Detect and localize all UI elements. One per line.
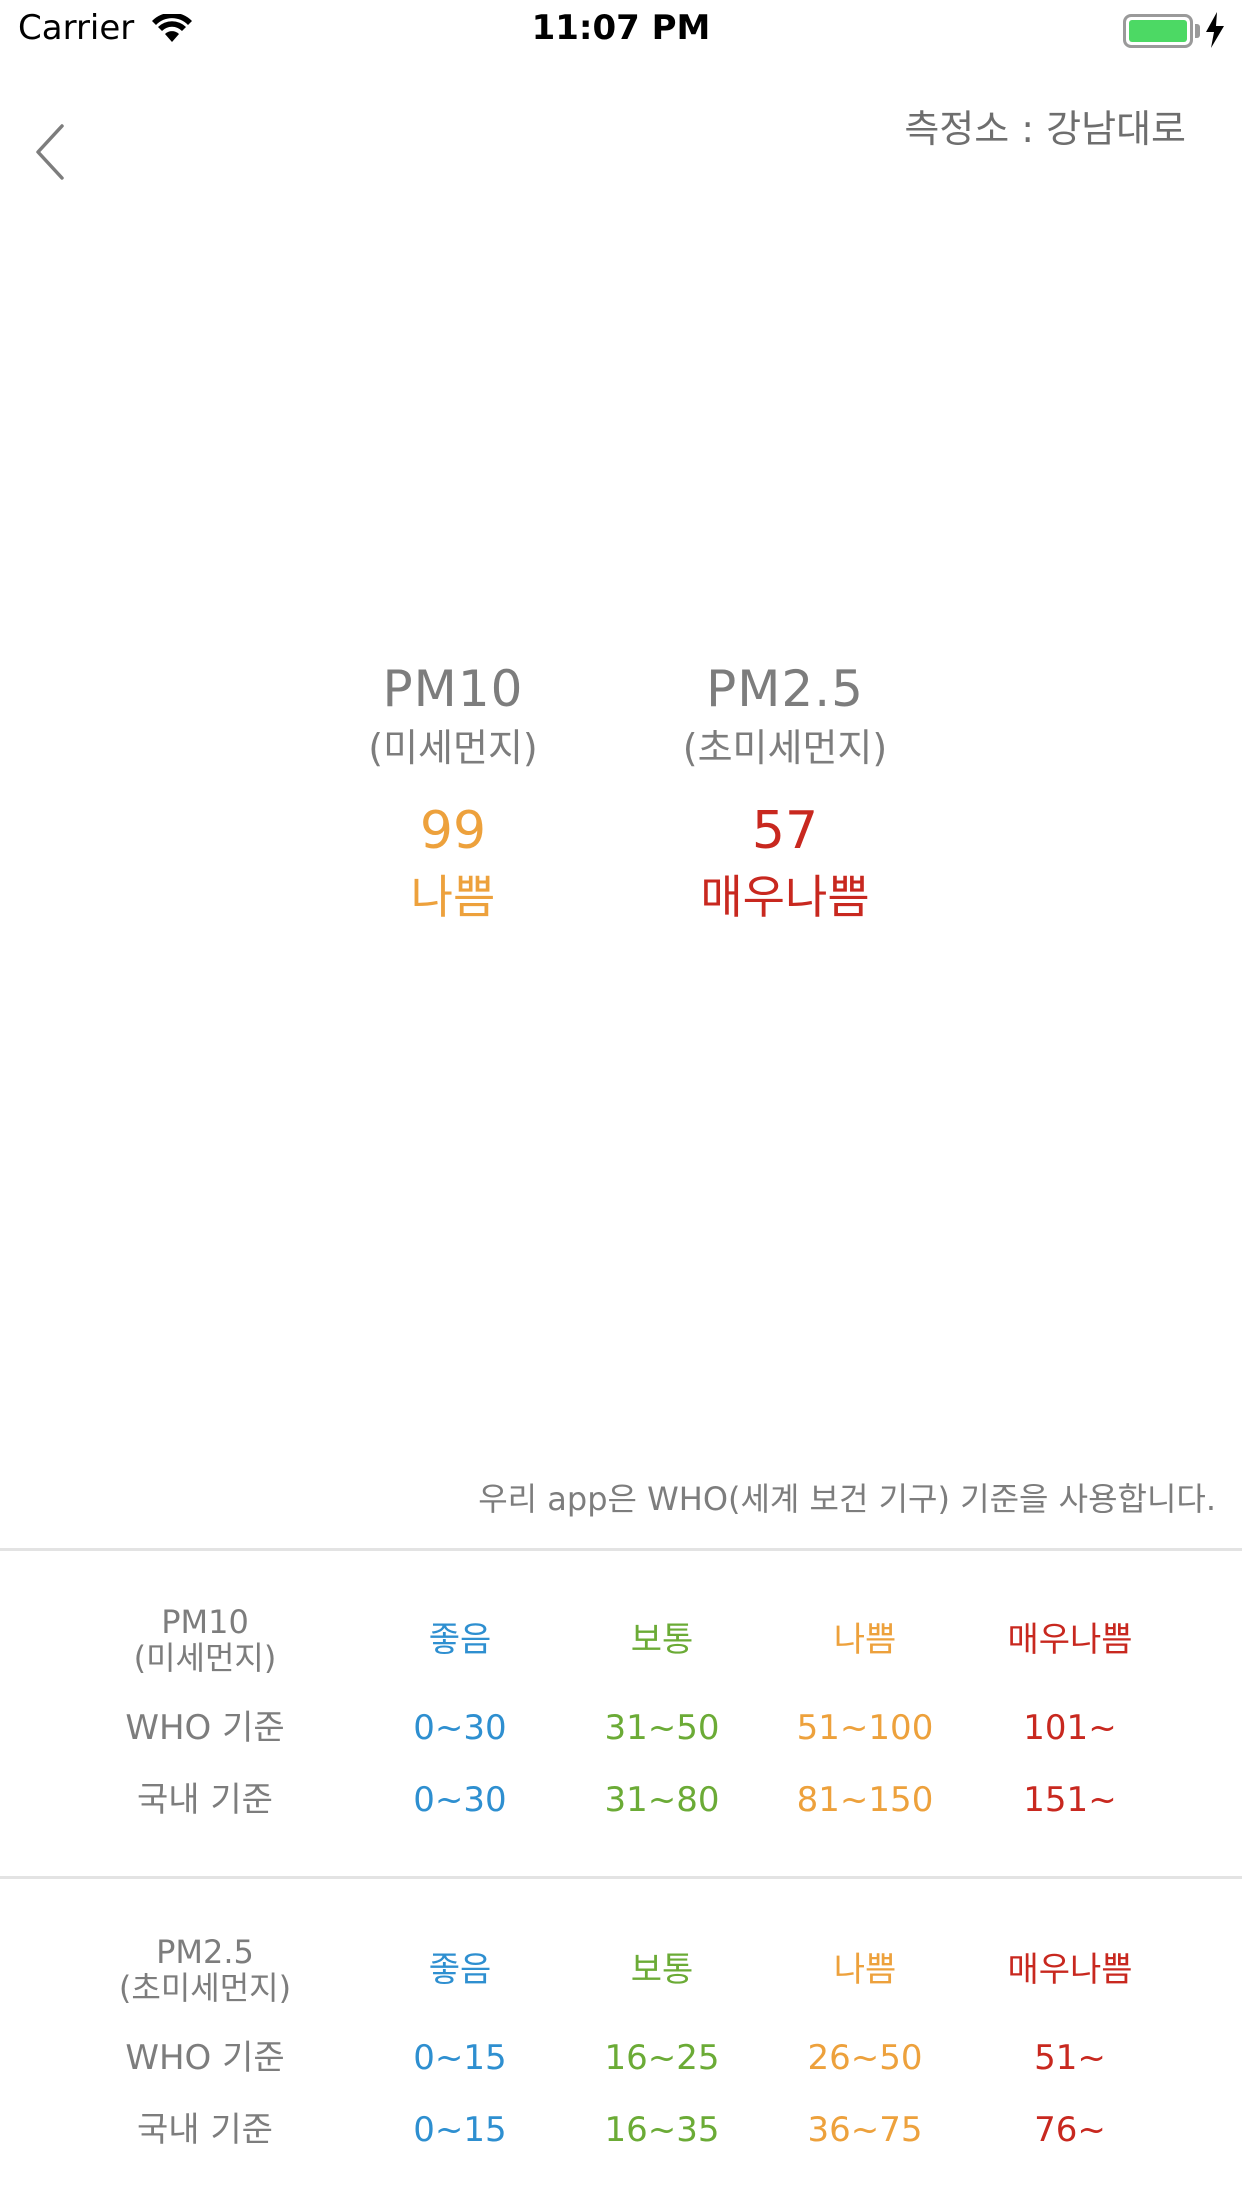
pm25-grade: 매우나쁨	[700, 870, 870, 924]
grade-normal: 보통	[630, 1950, 694, 1990]
who-very-bad-range: 51~	[1034, 2038, 1106, 2078]
domestic-standard-label: 국내 기준	[137, 2110, 273, 2150]
who-bad-range: 51~100	[796, 1708, 934, 1748]
domestic-very-bad-range: 151~	[1023, 1780, 1117, 1820]
table-row: WHO 기준 0~30 31~50 51~100 101~	[0, 1698, 1242, 1758]
grade-normal: 보통	[630, 1620, 694, 1660]
who-normal-range: 31~50	[604, 1708, 720, 1748]
who-standard-notice: 우리 app은 WHO(세계 보건 기구) 기준을 사용합니다.	[478, 1480, 1216, 1518]
domestic-very-bad-range: 76~	[1034, 2110, 1106, 2150]
pm25-value: 57	[751, 801, 819, 861]
pm25-subtitle: (초미세먼지)	[682, 726, 888, 770]
charging-bolt-icon	[1204, 12, 1226, 52]
who-good-range: 0~15	[413, 2038, 507, 2078]
who-very-bad-range: 101~	[1023, 1708, 1117, 1748]
who-bad-range: 26~50	[807, 2038, 923, 2078]
status-bar: Carrier 11:07 PM	[0, 0, 1242, 60]
who-standard-label: WHO 기준	[125, 2038, 285, 2078]
domestic-good-range: 0~15	[413, 2110, 507, 2150]
who-good-range: 0~30	[413, 1708, 507, 1748]
grade-good: 좋음	[428, 1950, 492, 1990]
screen: Carrier 11:07 PM 측정소 : 강남대로 PM10 (미세먼지) …	[0, 0, 1242, 2208]
clock: 11:07 PM	[531, 8, 711, 48]
table-pm25-subtitle: (초미세먼지)	[118, 1969, 292, 2007]
pm25-reading: PM2.5 (초미세먼지) 57 매우나쁨	[615, 656, 955, 928]
domestic-good-range: 0~30	[413, 1780, 507, 1820]
grade-very-bad: 매우나쁨	[1007, 1620, 1133, 1660]
pm25-name: PM2.5	[706, 660, 864, 718]
grade-very-bad: 매우나쁨	[1007, 1950, 1133, 1990]
table-pm25-name: PM2.5	[156, 1933, 254, 1971]
grade-bad: 나쁨	[833, 1620, 897, 1660]
divider	[0, 1876, 1242, 1879]
back-button[interactable]	[30, 120, 80, 184]
grade-good: 좋음	[428, 1620, 492, 1660]
grade-bad: 나쁨	[833, 1950, 897, 1990]
pm10-reading: PM10 (미세먼지) 99 나쁨	[283, 656, 623, 928]
who-standard-label: WHO 기준	[125, 1708, 285, 1748]
domestic-bad-range: 36~75	[807, 2110, 923, 2150]
battery-cap	[1195, 24, 1200, 38]
domestic-normal-range: 31~80	[604, 1780, 720, 1820]
table-row: 국내 기준 0~30 31~80 81~150 151~	[0, 1770, 1242, 1830]
table-header-row: PM10 (미세먼지) 좋음 보통 나쁨 매우나쁨	[0, 1600, 1242, 1680]
domestic-bad-range: 81~150	[796, 1780, 934, 1820]
divider	[0, 1548, 1242, 1551]
table-pm10-name: PM10	[161, 1603, 249, 1641]
table-row: 국내 기준 0~15 16~35 36~75 76~	[0, 2100, 1242, 2160]
pm10-subtitle: (미세먼지)	[368, 726, 538, 770]
battery-icon	[1123, 14, 1193, 48]
table-row: WHO 기준 0~15 16~25 26~50 51~	[0, 2028, 1242, 2088]
table-pm10-subtitle: (미세먼지)	[133, 1639, 277, 1677]
station-label: 측정소 : 강남대로	[904, 107, 1186, 151]
domestic-normal-range: 16~35	[604, 2110, 720, 2150]
pm10-value: 99	[419, 801, 487, 861]
table-header-row: PM2.5 (초미세먼지) 좋음 보통 나쁨 매우나쁨	[0, 1930, 1242, 2010]
domestic-standard-label: 국내 기준	[137, 1780, 273, 1820]
pm10-name: PM10	[382, 660, 524, 718]
chevron-left-icon	[36, 124, 64, 180]
pm10-grade: 나쁨	[410, 870, 496, 924]
who-normal-range: 16~25	[604, 2038, 720, 2078]
